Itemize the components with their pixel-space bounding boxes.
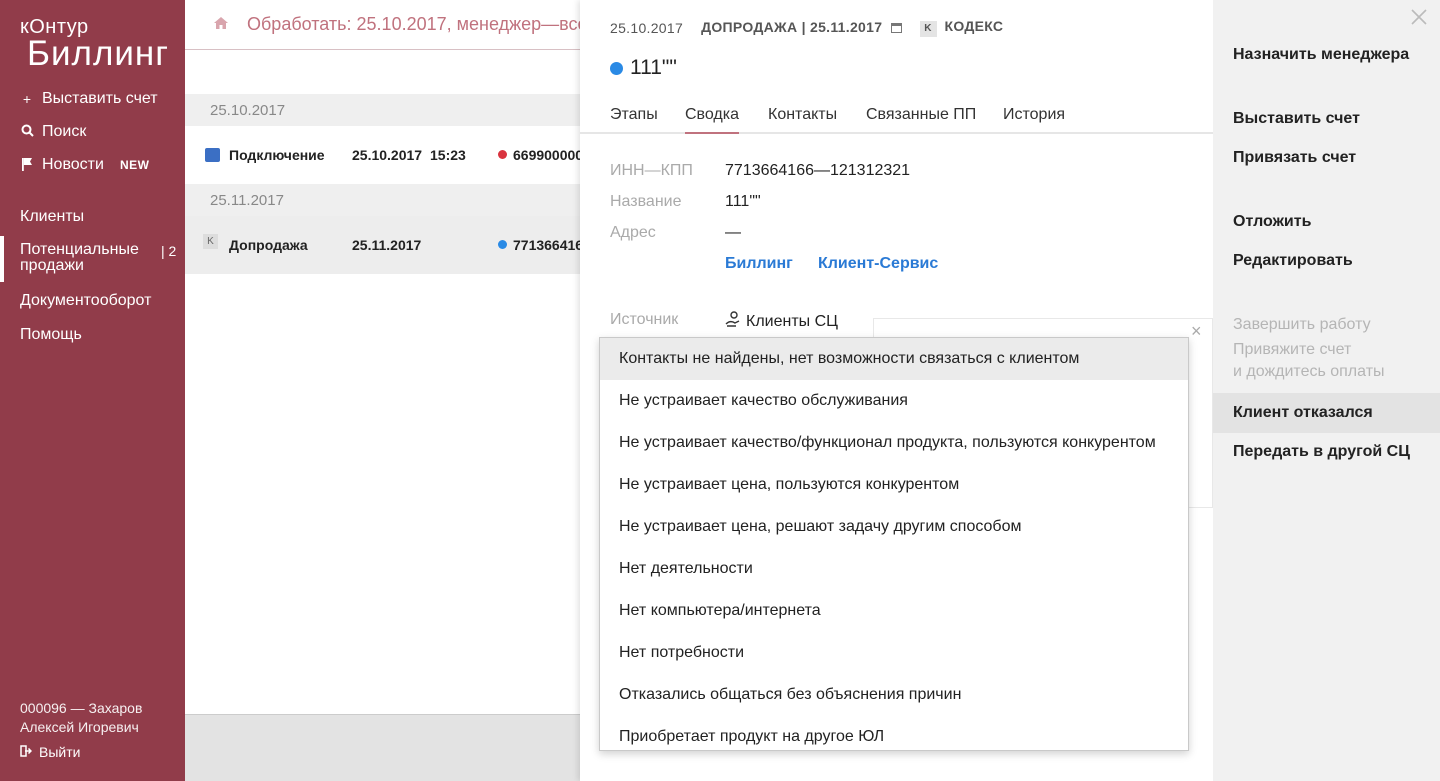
billing-link[interactable]: Биллинг <box>725 255 793 273</box>
logout-label: Выйти <box>39 744 81 760</box>
list-footer <box>185 714 580 781</box>
tab-summary[interactable]: Сводка <box>685 106 740 134</box>
finish-work-button: Завершить работу <box>1233 316 1371 333</box>
product-badge: K <box>919 21 937 37</box>
tab-stages[interactable]: Этапы <box>610 106 658 134</box>
inn-label: ИНН—КПП <box>610 162 693 179</box>
sidebar: кОнтур Биллинг + Выставить счет Поиск Но… <box>0 0 185 781</box>
nav-potential-sales[interactable]: Потенциальные продажи <box>20 242 150 274</box>
card-product: K КОДЕКС <box>919 18 1004 37</box>
tab-contacts[interactable]: Контакты <box>768 106 837 134</box>
client-refused-button[interactable]: Клиент отказался <box>1233 404 1373 422</box>
finish-hint-line-2: и дождитесь оплаты <box>1233 363 1385 380</box>
name-label: Название <box>610 193 682 210</box>
name-value: 111"" <box>725 193 761 210</box>
dropdown-option[interactable]: Не устраивает качество обслуживания <box>600 380 1188 422</box>
search-icon <box>20 124 34 140</box>
issue-invoice-link[interactable]: + Выставить счет <box>20 90 158 108</box>
dropdown-option[interactable]: Нет потребности <box>600 632 1188 674</box>
news-link[interactable]: Новости NEW <box>20 156 149 174</box>
product-name: КОДЕКС <box>944 18 1004 34</box>
tab-history[interactable]: История <box>1003 106 1065 134</box>
close-popup-icon[interactable]: × <box>1191 321 1202 342</box>
connection-type-icon <box>205 148 220 162</box>
nav-help[interactable]: Помощь <box>20 326 82 344</box>
status-dot-blue <box>610 61 623 75</box>
dropdown-option[interactable]: Контакты не найдены, нет возможности свя… <box>600 338 1188 380</box>
dropdown-option[interactable]: Нет деятельности <box>600 548 1188 590</box>
card-title: 111"" <box>610 56 677 80</box>
row-number: 771366416 <box>498 237 583 253</box>
issue-invoice-label: Выставить счет <box>42 90 158 107</box>
inn-value: 7713664166—121312321 <box>725 162 911 179</box>
row-date: 25.10.2017 <box>352 147 423 163</box>
date-group-header: 25.10.2017 <box>185 94 580 126</box>
assign-manager-button[interactable]: Назначить менеджера <box>1233 46 1409 64</box>
search-label: Поиск <box>42 123 87 140</box>
finish-hint-line-1: Привяжите счет <box>1233 341 1352 358</box>
status-dot-red <box>498 150 507 159</box>
nav-document-flow[interactable]: Документооборот <box>20 292 151 310</box>
card-kind: ДОПРОДАЖА | 25.11.2017 <box>701 19 902 36</box>
sales-list-panel: Обработать: 25.10.2017, менеджер—все 25.… <box>185 0 583 714</box>
logo-billing[interactable]: Биллинг <box>27 34 169 74</box>
dropdown-option[interactable]: Отказались общаться без объяснения причи… <box>600 674 1188 716</box>
edit-button[interactable]: Редактировать <box>1233 252 1353 270</box>
row-number-text: 771366416 <box>513 237 584 253</box>
address-label: Адрес <box>610 224 656 241</box>
list-row-connection[interactable]: Подключение 25.10.2017 15:23 669900000 <box>185 126 583 184</box>
tab-linked-sales[interactable]: Связанные ПП <box>866 106 976 134</box>
refusal-reason-dropdown: Контакты не найдены, нет возможности свя… <box>599 337 1189 751</box>
nav-active-indicator <box>0 236 4 282</box>
list-filter-title[interactable]: Обработать: 25.10.2017, менеджер—все <box>247 14 580 35</box>
close-icon[interactable] <box>1410 4 1428 30</box>
list-header: Обработать: 25.10.2017, менеджер—все <box>185 0 580 50</box>
status-dot-blue <box>498 240 507 249</box>
nav-clients[interactable]: Клиенты <box>20 208 84 226</box>
dropdown-option[interactable]: Не устраивает цена, пользуются конкурент… <box>600 464 1188 506</box>
source-label: Источник <box>610 311 679 328</box>
home-icon[interactable] <box>213 15 229 35</box>
dropdown-option[interactable]: Не устраивает цена, решают задачу другим… <box>600 506 1188 548</box>
source-value-text: Клиенты СЦ <box>746 312 838 330</box>
list-row-upsell[interactable]: K Допродажа 25.11.2017 771366416 <box>185 216 583 274</box>
nav-potential-sales-count: | 2 <box>161 243 177 259</box>
actions-panel: Назначить менеджера Выставить счет Привя… <box>1213 0 1440 781</box>
kodeks-badge: K <box>203 234 218 249</box>
row-number-text: 669900000 <box>513 147 584 163</box>
row-time: 15:23 <box>430 147 466 163</box>
row-type: Допродажа <box>229 237 308 253</box>
user-line-2: Алексей Игоревич <box>20 719 139 735</box>
card-date: 25.10.2017 <box>610 19 684 36</box>
date-group-header: 25.11.2017 <box>185 184 580 216</box>
card-tabs: Этапы Сводка Контакты Связанные ПП Истор… <box>580 104 1213 134</box>
calendar-icon[interactable] <box>890 20 902 36</box>
plus-icon: + <box>22 91 32 107</box>
dropdown-option[interactable]: Приобретает продукт на другое ЮЛ <box>600 716 1188 750</box>
client-name-title: 111"" <box>630 56 677 79</box>
dropdown-option[interactable]: Не устраивает качество/функционал продук… <box>600 422 1188 464</box>
row-number: 669900000 <box>498 147 583 163</box>
row-type: Подключение <box>229 147 325 163</box>
card-kind-text: ДОПРОДАЖА | 25.11.2017 <box>701 19 883 35</box>
postpone-button[interactable]: Отложить <box>1233 213 1311 231</box>
current-user: 000096 — Захаров Алексей Игоревич <box>20 699 142 737</box>
logout-link[interactable]: Выйти <box>20 744 80 760</box>
user-line-1: 000096 — Захаров <box>20 700 143 716</box>
client-service-link[interactable]: Клиент-Сервис <box>818 255 938 273</box>
address-value: — <box>725 224 741 241</box>
search-link[interactable]: Поиск <box>20 123 86 141</box>
link-invoice-button[interactable]: Привязать счет <box>1233 149 1356 167</box>
source-value: Клиенты СЦ <box>725 311 838 332</box>
dropdown-option[interactable]: Нет компьютера/интернета <box>600 590 1188 632</box>
flag-icon <box>20 157 34 174</box>
issue-invoice-button[interactable]: Выставить счет <box>1233 110 1360 128</box>
card-meta: 25.10.2017 ДОПРОДАЖА | 25.11.2017 K КОДЕК… <box>610 18 1003 37</box>
transfer-sc-button[interactable]: Передать в другой СЦ <box>1233 443 1410 461</box>
row-date: 25.11.2017 <box>352 237 422 253</box>
logout-icon <box>20 744 33 760</box>
hand-coins-icon <box>725 311 740 332</box>
new-badge: NEW <box>119 158 150 172</box>
news-label: Новости <box>42 156 104 173</box>
